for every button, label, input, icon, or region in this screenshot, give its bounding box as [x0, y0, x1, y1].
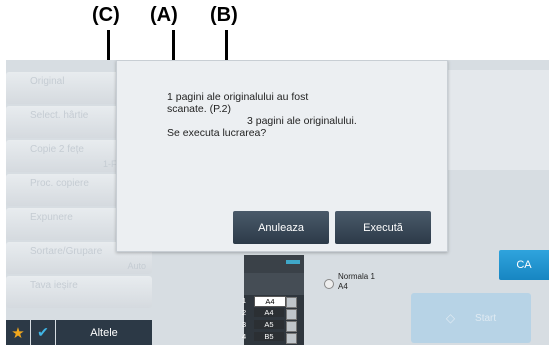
- clear-all-button[interactable]: CA: [499, 250, 549, 280]
- output-tray-indicator: [324, 279, 334, 289]
- cancel-button[interactable]: Anuleaza: [233, 211, 329, 244]
- sidebar-item-label: Sortare/Grupare: [30, 246, 103, 257]
- output-tray-size: A4: [338, 282, 348, 291]
- tray-number: 4: [242, 332, 247, 341]
- sidebar-item-label: Tava ieșire: [30, 280, 78, 291]
- tray-indicator: [286, 321, 297, 332]
- sidebar-item-label: Expunere: [30, 212, 73, 223]
- dialog-line-3: 3 pagini ale originalului.: [247, 115, 357, 127]
- printer-panel: [286, 260, 300, 264]
- annotation-a: (A): [150, 4, 178, 26]
- sidebar-item-label: Original: [30, 76, 65, 87]
- dialog-line-4: Se executa lucrarea?: [167, 127, 267, 139]
- output-tray-label: Normala 1 A4: [338, 272, 375, 292]
- printer-scanner: [244, 255, 304, 273]
- sidebar-item-output-tray[interactable]: Tava ieșire: [6, 276, 152, 308]
- tray-indicator: [286, 309, 297, 320]
- sidebar-item-value: Auto: [127, 261, 146, 271]
- tray-size: A5: [254, 320, 284, 329]
- tray-size: B5: [254, 332, 284, 341]
- annotation-b: (B): [210, 4, 238, 26]
- tray-number: 2: [242, 308, 247, 317]
- tray-size: A4: [254, 296, 286, 307]
- start-icon: ◇: [445, 311, 456, 325]
- execute-button[interactable]: Execută: [335, 211, 431, 244]
- copier-screen: Original Select. hârtie Copie 2 fețe1-Fa…: [6, 60, 549, 345]
- printer-body: [244, 273, 304, 295]
- dialog-line-2: scanate. (P.2): [167, 103, 232, 115]
- others-button[interactable]: Altele: [56, 320, 152, 345]
- star-icon: ★: [11, 324, 25, 342]
- confirmation-dialog: 1 pagini ale originalului au fost scanat…: [116, 60, 448, 252]
- tray-size: A4: [254, 308, 284, 317]
- start-label: Start: [475, 312, 497, 324]
- sidebar-item-label: Select. hârtie: [30, 110, 89, 121]
- check-button[interactable]: ✔: [31, 320, 55, 345]
- output-tray-name: Normala 1: [338, 272, 375, 281]
- sidebar-item-label: Copie 2 fețe: [30, 144, 84, 155]
- start-button[interactable]: ◇ Start: [411, 293, 531, 343]
- tray-indicator: [286, 297, 297, 308]
- dialog-line-1: 1 pagini ale originalului au fost: [167, 91, 309, 103]
- sidebar-item-label: Proc. copiere: [30, 178, 89, 189]
- favorite-button[interactable]: ★: [6, 320, 30, 345]
- dialog-message: 1 pagini ale originalului au fost scanat…: [167, 91, 357, 139]
- bottom-bar: ★ ✔ Altele: [6, 320, 152, 345]
- tray-indicator: [286, 333, 297, 344]
- check-icon: ✔: [37, 324, 49, 340]
- tray-number: 1: [242, 296, 247, 305]
- tray-number: 3: [242, 320, 247, 329]
- annotation-c: (C): [92, 4, 120, 26]
